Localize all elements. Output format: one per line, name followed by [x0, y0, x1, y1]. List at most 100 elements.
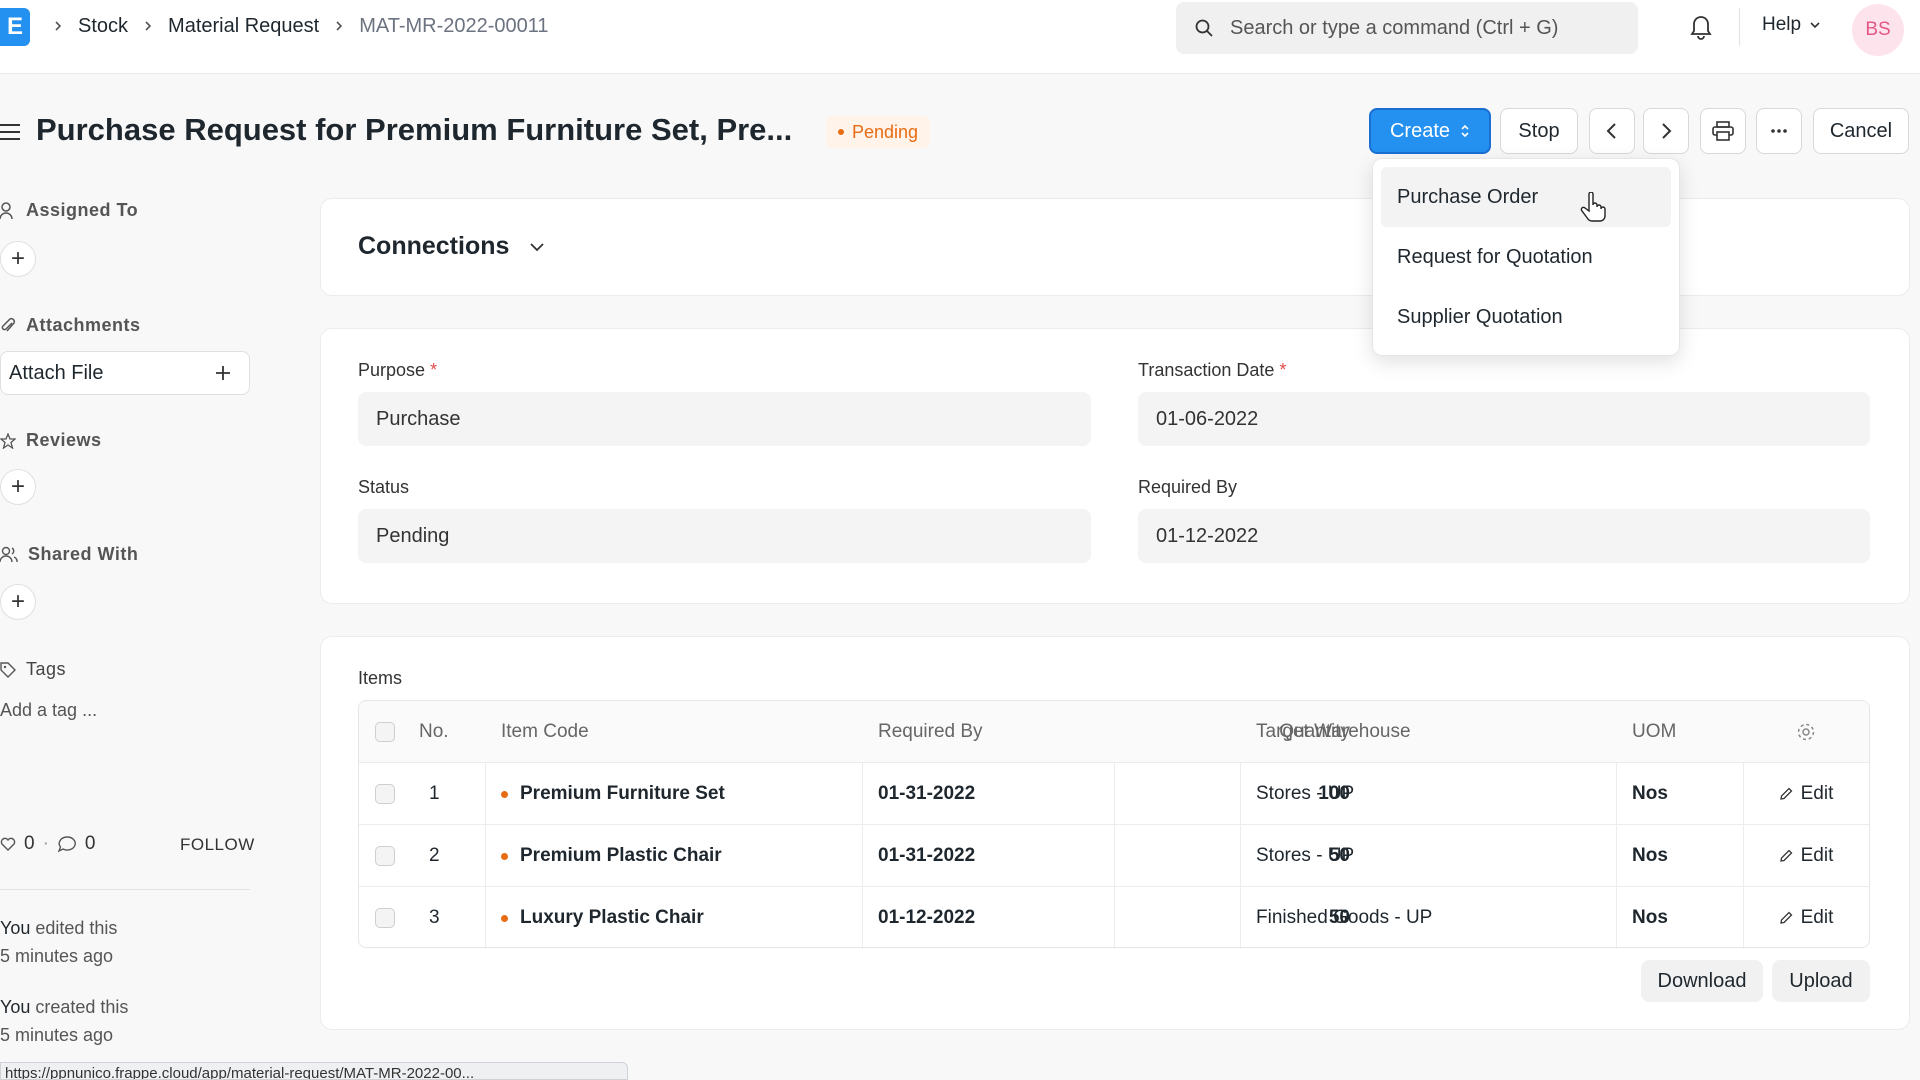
chevron-right-icon — [336, 21, 343, 31]
link-status-bar: https://ppnunico.frappe.cloud/app/materi… — [0, 1062, 628, 1080]
item-code-text: Luxury Plastic Chair — [520, 907, 704, 928]
row-required-by[interactable]: 01-31-2022 — [878, 763, 975, 825]
next-button[interactable] — [1643, 108, 1689, 154]
row-uom[interactable]: Nos — [1632, 763, 1668, 825]
paperclip-icon — [1, 317, 16, 331]
attach-file-label: Attach File — [9, 361, 104, 384]
row-edit-button[interactable]: Edit — [1743, 887, 1869, 949]
print-button[interactable] — [1700, 108, 1746, 154]
status-badge-label: Pending — [852, 121, 919, 142]
hand-cursor-icon — [1580, 192, 1606, 222]
heart-icon[interactable] — [0, 836, 16, 852]
add-assignee-button[interactable]: + — [0, 241, 36, 277]
attach-file-button[interactable]: Attach File — [0, 351, 250, 395]
cancel-button[interactable]: Cancel — [1813, 108, 1909, 154]
row-checkbox[interactable] — [375, 825, 395, 887]
chevron-right-icon — [145, 21, 152, 31]
create-button[interactable]: Create — [1369, 108, 1491, 154]
download-button[interactable]: Download — [1641, 960, 1763, 1002]
pencil-icon — [1779, 849, 1793, 862]
item-code-text: Premium Plastic Chair — [520, 845, 722, 866]
connections-toggle[interactable]: Connections — [358, 232, 545, 261]
purpose-label-text: Purpose — [358, 360, 426, 380]
follow-button[interactable]: FOLLOW — [180, 835, 255, 855]
table-row[interactable]: 1 Premium Furniture Set 01-31-2022 100 S… — [359, 763, 1869, 825]
menu-item-purchase-order[interactable]: Purchase Order — [1381, 167, 1671, 227]
add-share-button[interactable]: + — [0, 584, 36, 620]
ellipsis-icon — [1771, 129, 1787, 133]
help-dropdown[interactable]: Help — [1762, 14, 1821, 36]
users-icon — [0, 546, 18, 562]
transaction-date-label: Transaction Date * — [1138, 360, 1286, 381]
row-item-code[interactable]: Premium Furniture Set — [501, 763, 725, 825]
row-item-code[interactable]: Premium Plastic Chair — [501, 825, 722, 887]
row-uom[interactable]: Nos — [1632, 887, 1668, 949]
likes-comments: 0 · 0 — [0, 833, 95, 855]
pencil-icon — [1779, 911, 1793, 924]
column-settings-button[interactable] — [1743, 701, 1869, 763]
attachments-text: Attachments — [26, 315, 141, 335]
add-tag-link[interactable]: Add a tag ... — [0, 700, 97, 721]
stop-button[interactable]: Stop — [1500, 108, 1578, 154]
breadcrumb-current: MAT-MR-2022-00011 — [359, 14, 549, 37]
row-item-code[interactable]: Luxury Plastic Chair — [501, 887, 704, 949]
indicator-dot-icon — [501, 852, 508, 860]
activity-item: You edited this 5 minutes ago — [0, 914, 117, 970]
items-table: No. Item Code Required By Quantity Targe… — [358, 700, 1870, 949]
row-checkbox[interactable] — [375, 763, 395, 825]
row-no: 1 — [429, 783, 440, 804]
row-uom[interactable]: Nos — [1632, 825, 1668, 887]
comment-icon[interactable] — [57, 835, 77, 853]
purpose-field[interactable]: Purchase — [358, 392, 1091, 446]
more-options-button[interactable] — [1756, 108, 1802, 154]
purpose-label: Purpose * — [358, 360, 437, 381]
previous-button[interactable] — [1589, 108, 1635, 154]
gear-icon — [1797, 723, 1815, 741]
up-down-chevron-icon — [1461, 124, 1469, 138]
breadcrumb-material-request[interactable]: Material Request — [168, 15, 319, 38]
col-target-warehouse: Target Warehouse — [1256, 721, 1411, 742]
chevron-left-icon — [1606, 123, 1616, 139]
bell-icon[interactable] — [1688, 12, 1714, 40]
row-edit-button[interactable]: Edit — [1743, 825, 1869, 887]
required-by-field[interactable]: 01-12-2022 — [1138, 509, 1870, 563]
activity-user: You — [0, 918, 31, 938]
indicator-dot-icon — [501, 790, 508, 798]
tags-label: Tags — [0, 659, 66, 680]
row-warehouse[interactable]: Stores - UP — [1256, 763, 1354, 825]
status-dot-icon — [838, 129, 844, 135]
breadcrumb-stock[interactable]: Stock — [78, 15, 128, 38]
app-logo[interactable]: E — [0, 8, 30, 46]
row-no: 3 — [429, 907, 440, 928]
row-checkbox[interactable] — [375, 887, 395, 949]
activity-action: edited this — [30, 918, 118, 938]
indicator-dot-icon — [501, 914, 508, 922]
attachments-label: Attachments — [0, 315, 141, 336]
transaction-date-field[interactable]: 01-06-2022 — [1138, 392, 1870, 446]
chevron-right-icon — [55, 21, 62, 31]
reviews-text: Reviews — [26, 430, 102, 450]
tags-text: Tags — [26, 659, 67, 679]
search-icon — [1195, 19, 1213, 37]
menu-item-supplier-quotation[interactable]: Supplier Quotation — [1381, 287, 1671, 347]
table-row[interactable]: 3 Luxury Plastic Chair 01-12-2022 50 Fin… — [359, 887, 1869, 949]
create-dropdown-menu: Purchase Order Request for Quotation Sup… — [1372, 158, 1680, 356]
hamburger-icon[interactable] — [0, 122, 22, 142]
menu-item-request-for-quotation[interactable]: Request for Quotation — [1381, 227, 1671, 287]
select-all-checkbox[interactable] — [375, 701, 395, 763]
add-review-button[interactable]: + — [0, 469, 36, 505]
row-required-by[interactable]: 01-12-2022 — [878, 887, 975, 949]
search-input[interactable]: Search or type a command (Ctrl + G) — [1176, 2, 1638, 54]
table-row[interactable]: 2 Premium Plastic Chair 01-31-2022 50 St… — [359, 825, 1869, 887]
status-badge: Pending — [826, 116, 931, 148]
row-warehouse[interactable]: Stores - UP — [1256, 825, 1354, 887]
col-no: No. — [419, 721, 449, 742]
upload-button[interactable]: Upload — [1772, 960, 1870, 1002]
item-code-text: Premium Furniture Set — [520, 783, 725, 804]
row-edit-button[interactable]: Edit — [1743, 763, 1869, 825]
row-required-by[interactable]: 01-31-2022 — [878, 825, 975, 887]
avatar[interactable]: BS — [1852, 4, 1904, 56]
assigned-to-text: Assigned To — [26, 200, 139, 220]
table-header: No. Item Code Required By Quantity Targe… — [359, 701, 1869, 763]
row-warehouse[interactable]: Finished Goods - UP — [1256, 887, 1432, 949]
